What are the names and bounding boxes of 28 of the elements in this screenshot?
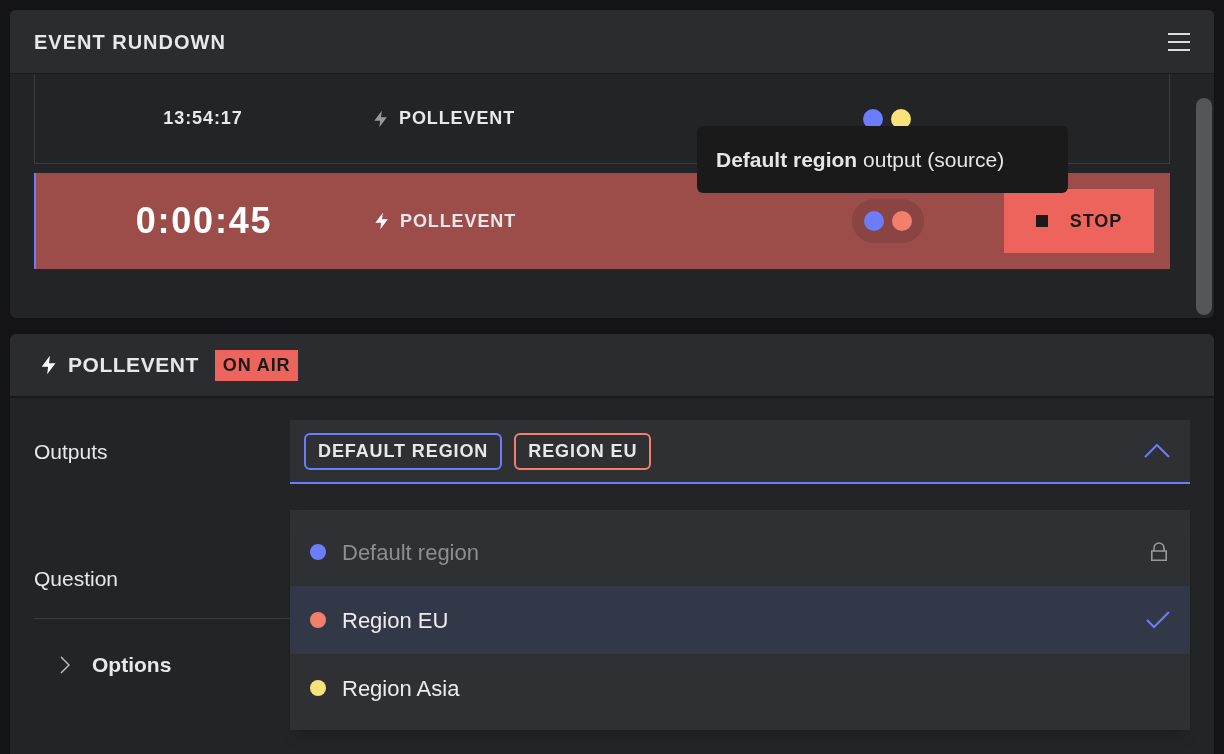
check-icon <box>1146 611 1170 629</box>
option-label: Region EU <box>342 606 449 635</box>
menu-icon[interactable] <box>1168 32 1190 51</box>
panel-title: EVENT RUNDOWN <box>34 29 226 55</box>
event-name: POLLEVENT <box>399 107 516 130</box>
event-name: POLLEVENT <box>400 209 517 233</box>
event-time: 13:54:17 <box>162 107 244 130</box>
field-label: Question <box>34 566 119 593</box>
stop-icon <box>1035 215 1048 227</box>
output-chip: REGION EU <box>514 432 652 470</box>
dropdown-option[interactable]: Default region <box>290 518 1190 586</box>
chevron-icon[interactable] <box>60 655 70 674</box>
scrollbar[interactable] <box>1196 98 1212 315</box>
option-label: Default region <box>342 538 479 567</box>
tooltip: Default region output (source) <box>697 126 1068 193</box>
lock-icon <box>1150 542 1168 562</box>
option-label: Region Asia <box>342 674 460 703</box>
outputs-select[interactable]: DEFAULT REGION REGION EU <box>290 420 1190 484</box>
section-title: Options <box>92 651 172 678</box>
dropdown-option[interactable]: Region EU <box>290 586 1190 654</box>
event-time: 0:00:45 <box>134 199 274 243</box>
field-label: Outputs <box>34 439 109 466</box>
panel-title: POLLEVENT <box>68 352 199 379</box>
output-chip: DEFAULT REGION <box>304 432 503 470</box>
on-air-badge: ON AIR <box>214 349 299 381</box>
dropdown-option[interactable]: Region Asia <box>290 654 1190 722</box>
stop-button[interactable]: STOP <box>1004 189 1154 253</box>
rundown-row[interactable]: 0:00:45 POLLEVENT STOP <box>34 173 1170 269</box>
